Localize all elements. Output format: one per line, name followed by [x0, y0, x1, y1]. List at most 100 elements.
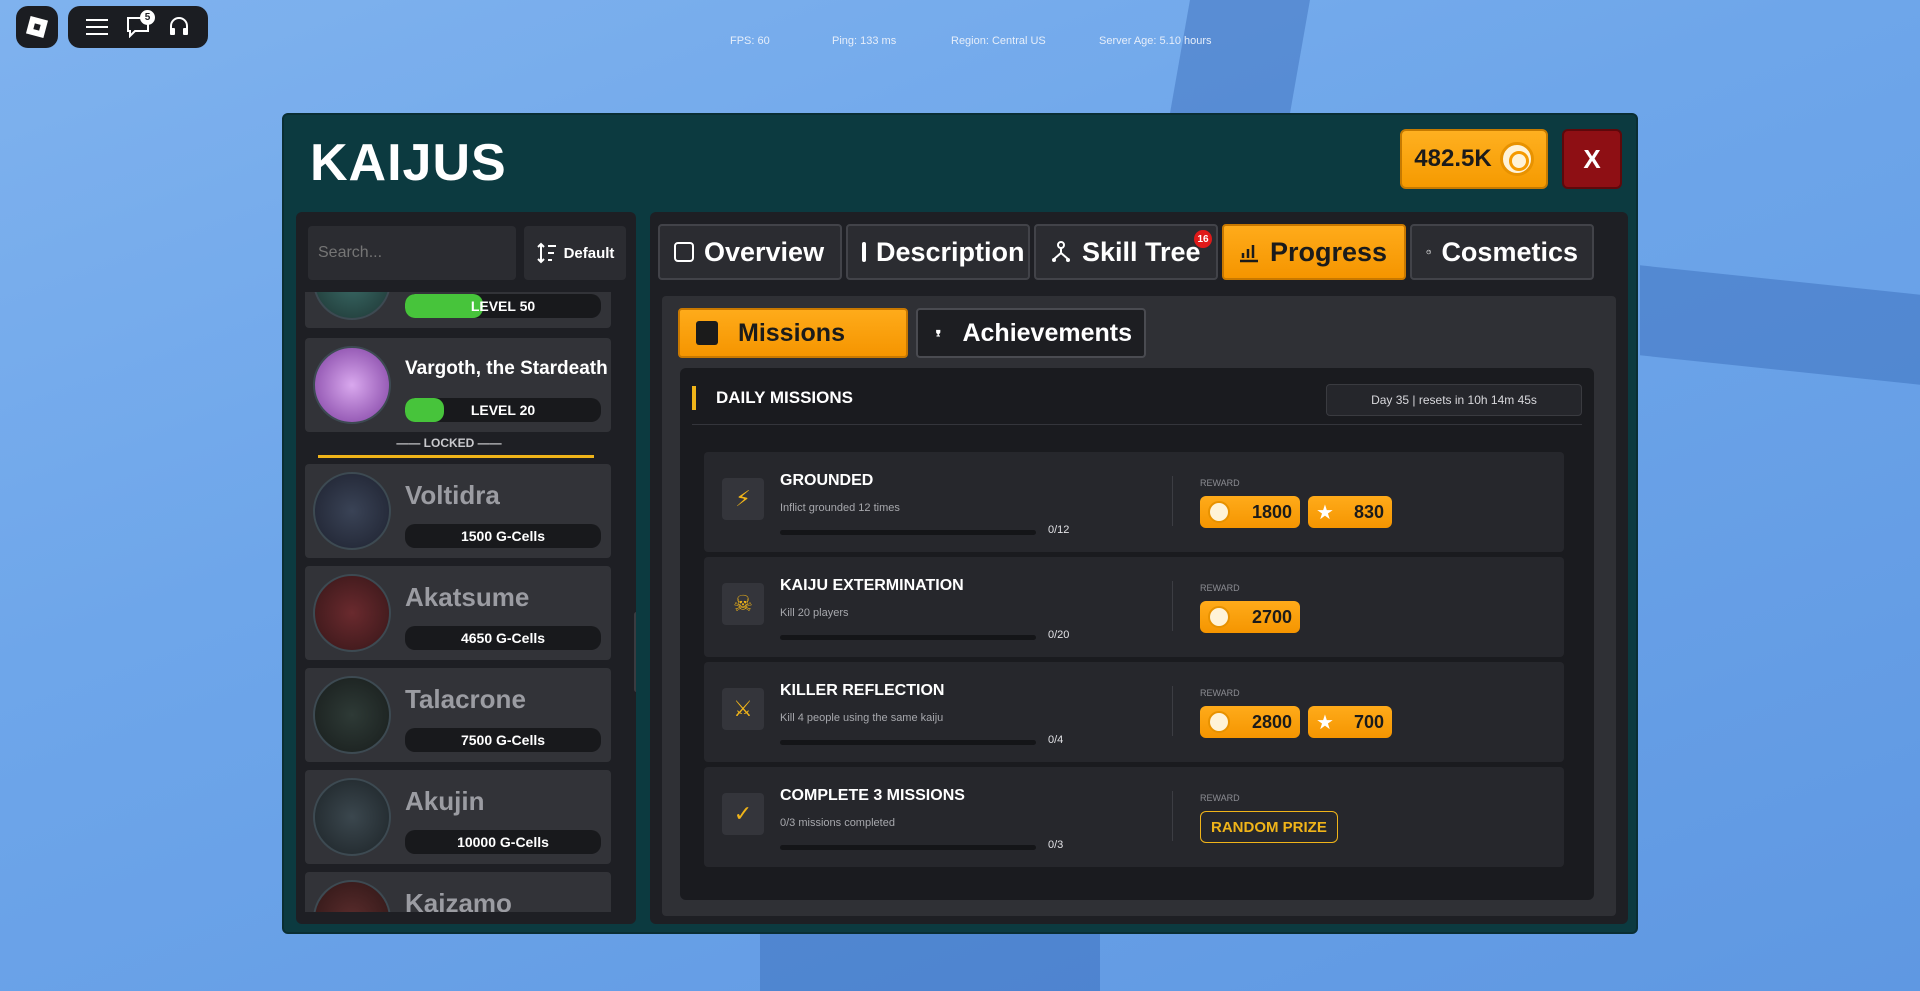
- kaiju-card[interactable]: LEVEL 50: [305, 292, 611, 328]
- kaiju-name: Talacrone: [405, 684, 526, 714]
- level-pill: LEVEL 20: [405, 398, 601, 422]
- mission-count: 0/12: [1048, 524, 1070, 536]
- mission-count: 0/3: [1048, 839, 1064, 851]
- tab-overview[interactable]: Overview: [658, 224, 842, 280]
- tab-skill-tree[interactable]: Skill Tree 16: [1034, 224, 1218, 280]
- roblox-topbar: 5: [68, 6, 208, 48]
- region-stat: Region: Central US: [951, 35, 1046, 47]
- roblox-logo-icon: [25, 15, 49, 39]
- tab-progress[interactable]: Progress: [1222, 224, 1406, 280]
- headset-icon[interactable]: [166, 14, 192, 40]
- price-label: 10000 G-Cells: [457, 834, 549, 850]
- reward-separator: [1172, 476, 1173, 526]
- chat-badge: 5: [139, 10, 155, 25]
- mission-card: ⚡ GROUNDED Inflict grounded 12 times 0/1…: [704, 452, 1564, 552]
- tab-label: Description: [876, 236, 1025, 267]
- random-prize-reward: RANDOM PRIZE: [1200, 811, 1338, 843]
- search-input[interactable]: [308, 226, 516, 280]
- kaiju-card[interactable]: Vargoth, the Stardeath LEVEL 20: [305, 338, 611, 432]
- tab-cosmetics[interactable]: Cosmetics: [1410, 224, 1594, 280]
- star-reward-amount: 830: [1353, 501, 1384, 522]
- kaiju-portrait: [313, 574, 391, 652]
- reset-timer: Day 35 | resets in 10h 14m 45s: [1326, 384, 1582, 416]
- reward-separator: [1172, 686, 1173, 736]
- price-label: 7500 G-Cells: [460, 732, 546, 748]
- list-scrollbar[interactable]: [634, 612, 636, 692]
- tab-label: Overview: [704, 236, 825, 267]
- mission-title: COMPLETE 3 MISSIONS: [780, 787, 965, 804]
- background-shape: [1640, 265, 1920, 385]
- locked-divider-line: [318, 455, 594, 458]
- coin-reward: 1800: [1200, 496, 1300, 528]
- window-title: KAIJUS: [310, 134, 507, 192]
- currency-display: 482.5K: [1400, 129, 1548, 189]
- chat-icon[interactable]: 5: [125, 10, 155, 40]
- subtab-achievements[interactable]: Achievements: [916, 308, 1146, 358]
- mission-description: Kill 4 people using the same kaiju: [780, 712, 944, 724]
- skill-tree-badge: 16: [1194, 230, 1212, 248]
- price-pill: 10000 G-Cells: [405, 830, 601, 854]
- star-reward-amount: 700: [1353, 711, 1384, 732]
- kaiju-list[interactable]: LEVEL 50 Vargoth, the Stardeath LEVEL 20…: [296, 292, 636, 912]
- progress-content: Missions Achievements DAILY MISSIONS Day…: [662, 296, 1616, 916]
- kaiju-name: Akujin: [405, 786, 485, 816]
- fps-stat: FPS: 60: [730, 35, 770, 47]
- price-pill: 7500 G-Cells: [405, 728, 601, 752]
- coin-icon: [1208, 711, 1230, 733]
- lightning-icon: ⚡: [722, 478, 764, 520]
- sort-button[interactable]: Default: [524, 226, 626, 280]
- kaiju-card[interactable]: Akujin 10000 G-Cells: [305, 770, 611, 864]
- coin-icon: [1208, 501, 1230, 523]
- reward-list: RANDOM PRIZE: [1200, 811, 1338, 843]
- level-pill: LEVEL 50: [405, 294, 601, 318]
- price-label: 4650 G-Cells: [460, 630, 546, 646]
- subtab-label: Achievements: [962, 318, 1132, 347]
- star-icon: ★: [1316, 711, 1334, 734]
- reward-label: REWARD: [1200, 793, 1240, 803]
- background-shape: [1170, 0, 1310, 113]
- server-age-stat: Server Age: 5.10 hours: [1099, 35, 1212, 47]
- reward-label: REWARD: [1200, 583, 1240, 593]
- coin-reward-amount: 2700: [1251, 606, 1292, 627]
- kaiju-card[interactable]: Talacrone 7500 G-Cells: [305, 668, 611, 762]
- tab-label: Skill Tree: [1082, 236, 1201, 267]
- mission-description: Kill 20 players: [780, 607, 849, 619]
- ping-stat: Ping: 133 ms: [832, 35, 897, 47]
- kaiju-name: Kaizamo: [405, 888, 512, 912]
- mission-count: 0/4: [1048, 734, 1064, 746]
- locked-divider-label: —— LOCKED ——: [396, 436, 502, 450]
- kaiju-name: Voltidra: [405, 480, 500, 510]
- progress-chart-icon: [1240, 245, 1258, 263]
- mission-count: 0/20: [1048, 629, 1070, 641]
- star-reward: ★ 830: [1308, 496, 1392, 528]
- subtab-missions[interactable]: Missions: [678, 308, 908, 358]
- star-icon: ★: [1316, 501, 1334, 524]
- tab-label: Progress: [1270, 236, 1388, 267]
- trophy-icon: [936, 329, 941, 337]
- mission-title: KILLER REFLECTION: [780, 682, 945, 699]
- kaijus-window: KAIJUS 482.5K X Default LEVEL 50 Vargoth…: [282, 113, 1638, 934]
- price-label: 1500 G-Cells: [460, 528, 546, 544]
- skill-tree-icon: [1052, 241, 1070, 262]
- reward-list: 2700: [1200, 601, 1300, 633]
- subtab-label: Missions: [738, 318, 845, 347]
- hamburger-menu-icon[interactable]: [84, 14, 110, 40]
- document-icon: [862, 242, 866, 262]
- mission-title: GROUNDED: [780, 472, 874, 489]
- kaiju-card[interactable]: Voltidra 1500 G-Cells: [305, 464, 611, 558]
- daily-missions-panel: DAILY MISSIONS Day 35 | resets in 10h 14…: [680, 368, 1594, 900]
- close-button[interactable]: X: [1562, 129, 1622, 189]
- kaiju-list-panel: Default LEVEL 50 Vargoth, the Stardeath …: [296, 212, 636, 924]
- reward-list: 2800 ★ 700: [1200, 706, 1392, 738]
- crossed-swords-icon: ⚔: [722, 688, 764, 730]
- kaiju-portrait: [313, 346, 391, 424]
- mission-card: ☠ KAIJU EXTERMINATION Kill 20 players 0/…: [704, 557, 1564, 657]
- kaiju-card[interactable]: Kaizamo: [305, 872, 611, 912]
- tab-description[interactable]: Description: [846, 224, 1030, 280]
- kaiju-portrait: [313, 778, 391, 856]
- price-pill: 1500 G-Cells: [405, 524, 601, 548]
- reward-separator: [1172, 791, 1173, 841]
- kaiju-card[interactable]: Akatsume 4650 G-Cells: [305, 566, 611, 660]
- roblox-menu-button[interactable]: [16, 6, 58, 48]
- coin-reward-amount: 1800: [1251, 501, 1292, 522]
